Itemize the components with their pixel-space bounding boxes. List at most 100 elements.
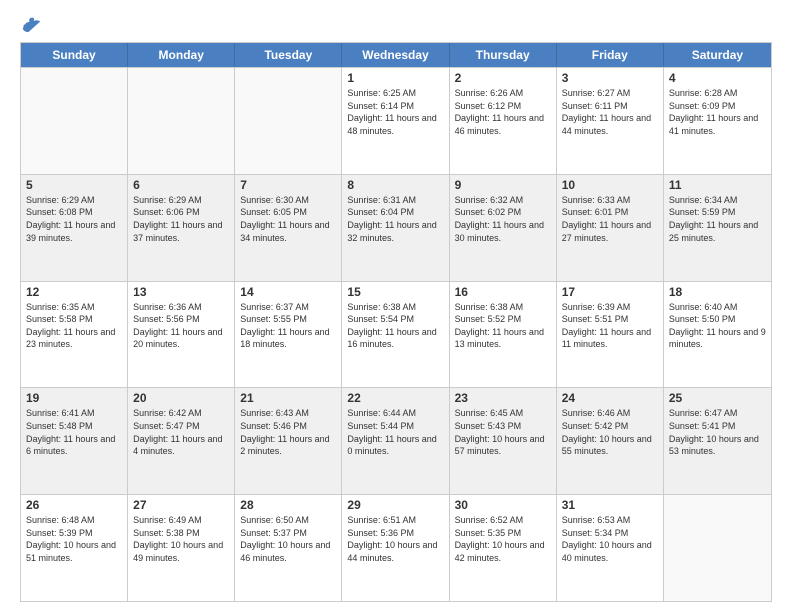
calendar-row-2: 12 Sunrise: 6:35 AMSunset: 5:58 PMDayligh… xyxy=(21,281,771,388)
sun-info: Sunrise: 6:39 AMSunset: 5:51 PMDaylight:… xyxy=(562,301,658,351)
calendar-cell: 18 Sunrise: 6:40 AMSunset: 5:50 PMDayligh… xyxy=(664,282,771,388)
sun-info: Sunrise: 6:35 AMSunset: 5:58 PMDaylight:… xyxy=(26,301,122,351)
day-number: 12 xyxy=(26,285,122,299)
sun-info: Sunrise: 6:38 AMSunset: 5:52 PMDaylight:… xyxy=(455,301,551,351)
day-number: 18 xyxy=(669,285,766,299)
sun-info: Sunrise: 6:44 AMSunset: 5:44 PMDaylight:… xyxy=(347,407,443,457)
day-number: 11 xyxy=(669,178,766,192)
day-number: 1 xyxy=(347,71,443,85)
weekday-header-saturday: Saturday xyxy=(664,43,771,67)
sun-info: Sunrise: 6:32 AMSunset: 6:02 PMDaylight:… xyxy=(455,194,551,244)
sun-info: Sunrise: 6:29 AMSunset: 6:08 PMDaylight:… xyxy=(26,194,122,244)
day-number: 3 xyxy=(562,71,658,85)
day-number: 9 xyxy=(455,178,551,192)
calendar-cell: 9 Sunrise: 6:32 AMSunset: 6:02 PMDaylight… xyxy=(450,175,557,281)
calendar-cell: 5 Sunrise: 6:29 AMSunset: 6:08 PMDaylight… xyxy=(21,175,128,281)
sun-info: Sunrise: 6:53 AMSunset: 5:34 PMDaylight:… xyxy=(562,514,658,564)
day-number: 31 xyxy=(562,498,658,512)
calendar-cell: 1 Sunrise: 6:25 AMSunset: 6:14 PMDaylight… xyxy=(342,68,449,174)
header xyxy=(20,16,772,36)
day-number: 30 xyxy=(455,498,551,512)
sun-info: Sunrise: 6:50 AMSunset: 5:37 PMDaylight:… xyxy=(240,514,336,564)
calendar-row-4: 26Sunrise: 6:48 AMSunset: 5:39 PMDayligh… xyxy=(21,494,771,601)
day-number: 21 xyxy=(240,391,336,405)
sun-info: Sunrise: 6:51 AMSunset: 5:36 PMDaylight:… xyxy=(347,514,443,564)
calendar-cell: 13Sunrise: 6:36 AMSunset: 5:56 PMDayligh… xyxy=(128,282,235,388)
sun-info: Sunrise: 6:41 AMSunset: 5:48 PMDaylight:… xyxy=(26,407,122,457)
weekday-header-thursday: Thursday xyxy=(450,43,557,67)
calendar-cell: 4 Sunrise: 6:28 AMSunset: 6:09 PMDaylight… xyxy=(664,68,771,174)
logo xyxy=(20,16,42,36)
sun-info: Sunrise: 6:28 AMSunset: 6:09 PMDaylight:… xyxy=(669,87,766,137)
sun-info: Sunrise: 6:27 AMSunset: 6:11 PMDaylight:… xyxy=(562,87,658,137)
day-number: 27 xyxy=(133,498,229,512)
sun-info: Sunrise: 6:43 AMSunset: 5:46 PMDaylight:… xyxy=(240,407,336,457)
day-number: 28 xyxy=(240,498,336,512)
calendar-cell: 3 Sunrise: 6:27 AMSunset: 6:11 PMDaylight… xyxy=(557,68,664,174)
sun-info: Sunrise: 6:52 AMSunset: 5:35 PMDaylight:… xyxy=(455,514,551,564)
day-number: 5 xyxy=(26,178,122,192)
calendar-cell: 14Sunrise: 6:37 AMSunset: 5:55 PMDayligh… xyxy=(235,282,342,388)
day-number: 7 xyxy=(240,178,336,192)
calendar-cell: 28 Sunrise: 6:50 AMSunset: 5:37 PMDayligh… xyxy=(235,495,342,601)
calendar-cell: 29 Sunrise: 6:51 AMSunset: 5:36 PMDayligh… xyxy=(342,495,449,601)
calendar-cell: 25Sunrise: 6:47 AMSunset: 5:41 PMDayligh… xyxy=(664,388,771,494)
sun-info: Sunrise: 6:33 AMSunset: 6:01 PMDaylight:… xyxy=(562,194,658,244)
day-number: 14 xyxy=(240,285,336,299)
calendar-row-1: 5 Sunrise: 6:29 AMSunset: 6:08 PMDaylight… xyxy=(21,174,771,281)
day-number: 22 xyxy=(347,391,443,405)
sun-info: Sunrise: 6:45 AMSunset: 5:43 PMDaylight:… xyxy=(455,407,551,457)
calendar-cell xyxy=(664,495,771,601)
calendar-header: SundayMondayTuesdayWednesdayThursdayFrid… xyxy=(21,43,771,67)
calendar-cell: 7 Sunrise: 6:30 AMSunset: 6:05 PMDaylight… xyxy=(235,175,342,281)
day-number: 24 xyxy=(562,391,658,405)
sun-info: Sunrise: 6:48 AMSunset: 5:39 PMDaylight:… xyxy=(26,514,122,564)
day-number: 17 xyxy=(562,285,658,299)
weekday-header-friday: Friday xyxy=(557,43,664,67)
calendar-cell xyxy=(21,68,128,174)
sun-info: Sunrise: 6:30 AMSunset: 6:05 PMDaylight:… xyxy=(240,194,336,244)
calendar-cell: 19 Sunrise: 6:41 AMSunset: 5:48 PMDayligh… xyxy=(21,388,128,494)
day-number: 23 xyxy=(455,391,551,405)
calendar-cell xyxy=(235,68,342,174)
calendar-row-0: 1 Sunrise: 6:25 AMSunset: 6:14 PMDaylight… xyxy=(21,67,771,174)
weekday-header-wednesday: Wednesday xyxy=(342,43,449,67)
sun-info: Sunrise: 6:25 AMSunset: 6:14 PMDaylight:… xyxy=(347,87,443,137)
calendar-row-3: 19 Sunrise: 6:41 AMSunset: 5:48 PMDayligh… xyxy=(21,387,771,494)
sun-info: Sunrise: 6:46 AMSunset: 5:42 PMDaylight:… xyxy=(562,407,658,457)
sun-info: Sunrise: 6:29 AMSunset: 6:06 PMDaylight:… xyxy=(133,194,229,244)
calendar-cell: 11 Sunrise: 6:34 AMSunset: 5:59 PMDayligh… xyxy=(664,175,771,281)
sun-info: Sunrise: 6:31 AMSunset: 6:04 PMDaylight:… xyxy=(347,194,443,244)
calendar-cell: 2 Sunrise: 6:26 AMSunset: 6:12 PMDaylight… xyxy=(450,68,557,174)
calendar-cell: 16Sunrise: 6:38 AMSunset: 5:52 PMDayligh… xyxy=(450,282,557,388)
calendar-cell xyxy=(128,68,235,174)
calendar-cell: 31 Sunrise: 6:53 AMSunset: 5:34 PMDayligh… xyxy=(557,495,664,601)
logo-bird-icon xyxy=(22,16,42,36)
calendar-cell: 27Sunrise: 6:49 AMSunset: 5:38 PMDayligh… xyxy=(128,495,235,601)
day-number: 10 xyxy=(562,178,658,192)
weekday-header-sunday: Sunday xyxy=(21,43,128,67)
day-number: 6 xyxy=(133,178,229,192)
calendar: SundayMondayTuesdayWednesdayThursdayFrid… xyxy=(20,42,772,602)
calendar-cell: 30 Sunrise: 6:52 AMSunset: 5:35 PMDayligh… xyxy=(450,495,557,601)
day-number: 29 xyxy=(347,498,443,512)
sun-info: Sunrise: 6:40 AMSunset: 5:50 PMDaylight:… xyxy=(669,301,766,351)
calendar-cell: 26Sunrise: 6:48 AMSunset: 5:39 PMDayligh… xyxy=(21,495,128,601)
calendar-cell: 20Sunrise: 6:42 AMSunset: 5:47 PMDayligh… xyxy=(128,388,235,494)
calendar-cell: 6 Sunrise: 6:29 AMSunset: 6:06 PMDaylight… xyxy=(128,175,235,281)
calendar-cell: 10 Sunrise: 6:33 AMSunset: 6:01 PMDayligh… xyxy=(557,175,664,281)
weekday-header-monday: Monday xyxy=(128,43,235,67)
sun-info: Sunrise: 6:26 AMSunset: 6:12 PMDaylight:… xyxy=(455,87,551,137)
sun-info: Sunrise: 6:47 AMSunset: 5:41 PMDaylight:… xyxy=(669,407,766,457)
calendar-cell: 21 Sunrise: 6:43 AMSunset: 5:46 PMDayligh… xyxy=(235,388,342,494)
calendar-body: 1 Sunrise: 6:25 AMSunset: 6:14 PMDaylight… xyxy=(21,67,771,601)
calendar-cell: 15Sunrise: 6:38 AMSunset: 5:54 PMDayligh… xyxy=(342,282,449,388)
sun-info: Sunrise: 6:38 AMSunset: 5:54 PMDaylight:… xyxy=(347,301,443,351)
day-number: 8 xyxy=(347,178,443,192)
day-number: 4 xyxy=(669,71,766,85)
sun-info: Sunrise: 6:34 AMSunset: 5:59 PMDaylight:… xyxy=(669,194,766,244)
day-number: 19 xyxy=(26,391,122,405)
sun-info: Sunrise: 6:42 AMSunset: 5:47 PMDaylight:… xyxy=(133,407,229,457)
calendar-cell: 23 Sunrise: 6:45 AMSunset: 5:43 PMDayligh… xyxy=(450,388,557,494)
day-number: 2 xyxy=(455,71,551,85)
